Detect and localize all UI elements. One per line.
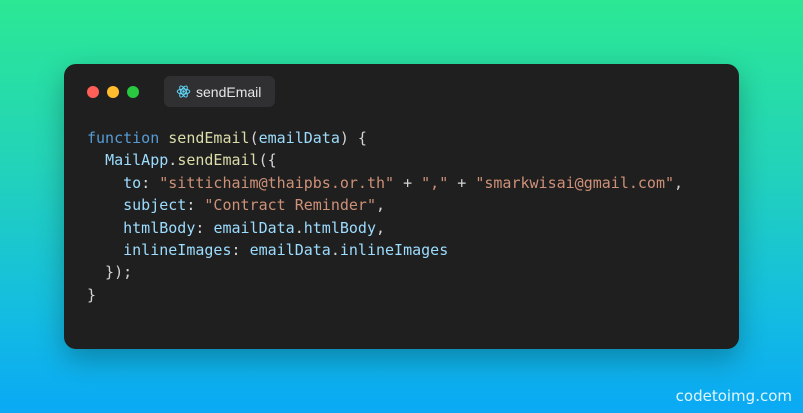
code-token: , [376,196,386,215]
code-line: inlineImages: emailData.inlineImages [87,239,683,261]
maximize-dot[interactable] [127,86,139,98]
code-token: : [231,240,250,259]
code-token: subject [123,196,187,215]
code-token: sendEmail [177,151,259,170]
code-token: . [168,151,178,170]
code-line: to: "sittichaim@thaipbs.or.th" + "," + "… [87,172,683,194]
code-token: to [123,173,142,192]
code-token: : [186,196,205,215]
code-block[interactable]: function sendEmail(emailData) { MailApp.… [87,127,683,306]
code-token: ({ [258,151,277,170]
code-token: htmlBody [123,218,196,237]
window-controls [87,86,139,98]
code-token: inlineImages [339,240,449,259]
code-token: emailData [258,129,340,147]
close-dot[interactable] [87,86,99,98]
code-line: }); [87,261,683,283]
code-line: MailApp.sendEmail({ [87,149,683,171]
code-token: } [87,285,97,304]
code-token: , [376,218,386,237]
code-window: sendEmail function sendEmail(emailData) … [64,64,739,349]
code-token: + [394,173,422,192]
code-token: . [330,240,340,259]
code-token: function [87,129,160,147]
code-token: "," [421,173,449,192]
code-line: } [87,284,683,306]
code-token: htmlBody [303,218,376,237]
file-tab[interactable]: sendEmail [164,76,275,107]
code-line: htmlBody: emailData.htmlBody, [87,217,683,239]
code-token: : [141,173,160,192]
code-token: inlineImages [123,240,232,259]
code-token: emailData [249,240,331,259]
watermark: codetoimg.com [675,387,792,405]
code-token: ) { [339,129,367,147]
code-token: , [674,173,684,192]
code-token: "sittichaim@thaipbs.or.th" [159,173,395,192]
code-token: ( [249,129,259,147]
react-icon [176,85,191,98]
code-token: MailApp [105,151,169,170]
code-token: : [195,218,214,237]
code-token: }); [87,263,133,282]
code-token: sendEmail [168,129,250,147]
code-token: + [448,173,476,192]
tab-label: sendEmail [196,83,262,100]
code-token: "smarkwisai@gmail.com" [475,173,675,192]
code-token: emailData [213,218,295,237]
code-line: function sendEmail(emailData) { [87,127,683,149]
minimize-dot[interactable] [107,86,119,98]
code-line: subject: "Contract Reminder", [87,194,683,216]
code-token: . [294,218,304,237]
code-token: "Contract Reminder" [204,196,376,215]
